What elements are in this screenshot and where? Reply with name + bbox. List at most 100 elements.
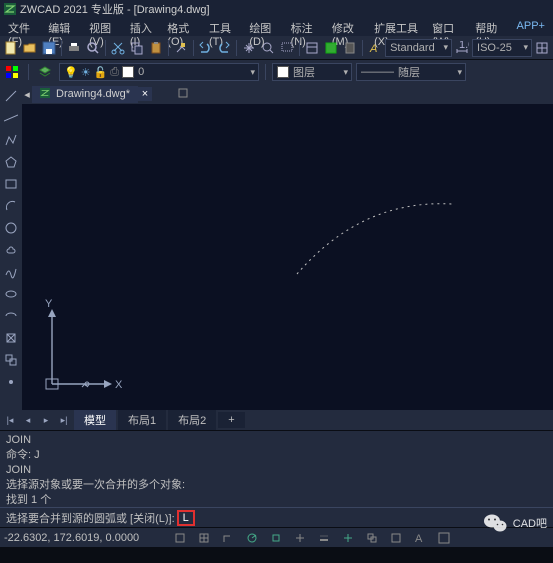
print-button[interactable]: [65, 38, 83, 58]
textstyle-combo[interactable]: Standard: [385, 39, 452, 57]
model-toggle[interactable]: [387, 530, 405, 546]
drawing-canvas[interactable]: Y X: [22, 104, 553, 410]
ucs-icon: Y X: [32, 299, 122, 402]
textstyle-icon[interactable]: A: [366, 38, 384, 58]
snap-toggle[interactable]: [171, 530, 189, 546]
redo-button[interactable]: [215, 38, 233, 58]
rectangle-tool[interactable]: [1, 174, 21, 194]
app-title: ZWCAD 2021 专业版 - [Drawing4.dwg]: [20, 1, 210, 17]
tab-last[interactable]: ▸|: [56, 411, 72, 429]
menu-edit[interactable]: 编辑(E): [42, 19, 83, 35]
menu-draw[interactable]: 绘图(D): [243, 19, 284, 35]
tab-add-layout[interactable]: +: [218, 412, 244, 428]
paste-button[interactable]: [147, 38, 165, 58]
point-tool[interactable]: [1, 372, 21, 392]
circle-tool[interactable]: [1, 218, 21, 238]
menu-ext[interactable]: 扩展工具(X): [368, 19, 426, 35]
preview-button[interactable]: [84, 38, 102, 58]
maximize-toggle[interactable]: [435, 530, 453, 546]
layer-props-button[interactable]: [35, 62, 55, 82]
coord-display[interactable]: -22.6302, 172.6019, 0.0000: [4, 532, 139, 544]
dimstyle-icon[interactable]: 1.0: [453, 38, 471, 58]
annoscale-toggle[interactable]: A: [411, 530, 429, 546]
svg-text:A: A: [415, 533, 423, 544]
document-tabs: ◂ Drawing4.dwg* ×: [22, 84, 553, 104]
svg-text:1.0: 1.0: [459, 41, 469, 51]
block-tool[interactable]: [1, 350, 21, 370]
command-prompt[interactable]: 选择要合并到源的圆弧或 [关闭(L)]: L: [0, 507, 553, 527]
separator: [299, 40, 300, 56]
calculator-button[interactable]: [341, 38, 359, 58]
undo-button[interactable]: [196, 38, 214, 58]
dyn-toggle[interactable]: [339, 530, 357, 546]
separator: [265, 64, 266, 80]
zoom-window-button[interactable]: [278, 38, 296, 58]
app-icon: [4, 3, 16, 15]
menu-file[interactable]: 文件(F): [2, 19, 42, 35]
wechat-icon: [483, 513, 507, 533]
document-tab[interactable]: Drawing4.dwg*: [32, 86, 138, 103]
tab-layout1[interactable]: 布局1: [118, 410, 166, 430]
menu-tools[interactable]: 工具(T): [203, 19, 243, 35]
ellipsearc-tool[interactable]: [1, 306, 21, 326]
lwt-toggle[interactable]: [315, 530, 333, 546]
title-bar: ZWCAD 2021 专业版 - [Drawing4.dwg]: [0, 0, 553, 18]
ortho-toggle[interactable]: [219, 530, 237, 546]
tab-layout2[interactable]: 布局2: [168, 410, 216, 430]
otrack-toggle[interactable]: [291, 530, 309, 546]
lock-icon: 🔓: [94, 66, 108, 79]
dimstyle-combo[interactable]: ISO-25: [472, 39, 532, 57]
cut-button[interactable]: [109, 38, 127, 58]
menu-insert[interactable]: 插入(I): [124, 19, 161, 35]
separator: [28, 64, 29, 80]
menu-view[interactable]: 视图(V): [83, 19, 124, 35]
menu-modify[interactable]: 修改(M): [326, 19, 368, 35]
select-color-button[interactable]: [2, 62, 22, 82]
color-combo[interactable]: 图层: [272, 63, 352, 81]
new-button[interactable]: [2, 38, 20, 58]
menu-help[interactable]: 帮助(H): [469, 19, 510, 35]
separator: [193, 40, 194, 56]
svg-text:A: A: [369, 43, 377, 55]
doctab-prev[interactable]: ◂: [22, 88, 32, 101]
cycle-toggle[interactable]: [363, 530, 381, 546]
save-button[interactable]: [40, 38, 58, 58]
polyline-tool[interactable]: [1, 130, 21, 150]
spline-tool[interactable]: [1, 262, 21, 282]
tab-prev[interactable]: ◂: [20, 411, 36, 429]
doctab-add[interactable]: [172, 86, 194, 103]
menu-format[interactable]: 格式(O): [161, 19, 203, 35]
polygon-tool[interactable]: [1, 152, 21, 172]
layout-tabs: |◂ ◂ ▸ ▸| 模型 布局1 布局2 +: [0, 410, 553, 430]
zoom-button[interactable]: [259, 38, 277, 58]
copy-button[interactable]: [128, 38, 146, 58]
polar-toggle[interactable]: [243, 530, 261, 546]
tablestyle-icon[interactable]: [533, 38, 551, 58]
line-tool[interactable]: [1, 86, 21, 106]
matchprop-button[interactable]: [172, 38, 190, 58]
watermark-text: CAD吧: [513, 515, 547, 531]
menu-dimension[interactable]: 标注(N): [285, 19, 326, 35]
cmd-line: JOIN: [6, 463, 547, 478]
menu-window[interactable]: 窗口(W): [426, 19, 469, 35]
sun-icon: ☀: [81, 66, 91, 79]
ellipse-tool[interactable]: [1, 284, 21, 304]
cmd-line: 命令: J: [6, 448, 547, 463]
open-button[interactable]: [21, 38, 39, 58]
designtable-button[interactable]: [322, 38, 340, 58]
tab-next[interactable]: ▸: [38, 411, 54, 429]
layer-combo[interactable]: 💡 ☀ 🔓 ⎙ 0: [59, 63, 259, 81]
revcloud-tool[interactable]: [1, 240, 21, 260]
insert-tool[interactable]: [1, 328, 21, 348]
arc-tool[interactable]: [1, 196, 21, 216]
grid-toggle[interactable]: [195, 530, 213, 546]
close-icon[interactable]: ×: [138, 87, 152, 101]
osnap-toggle[interactable]: [267, 530, 285, 546]
pan-button[interactable]: [240, 38, 258, 58]
tab-model[interactable]: 模型: [74, 410, 116, 430]
tab-first[interactable]: |◂: [2, 411, 18, 429]
xline-tool[interactable]: [1, 108, 21, 128]
menu-app[interactable]: APP+: [511, 19, 551, 35]
linetype-combo[interactable]: ———随层: [356, 63, 466, 81]
properties-button[interactable]: [303, 38, 321, 58]
